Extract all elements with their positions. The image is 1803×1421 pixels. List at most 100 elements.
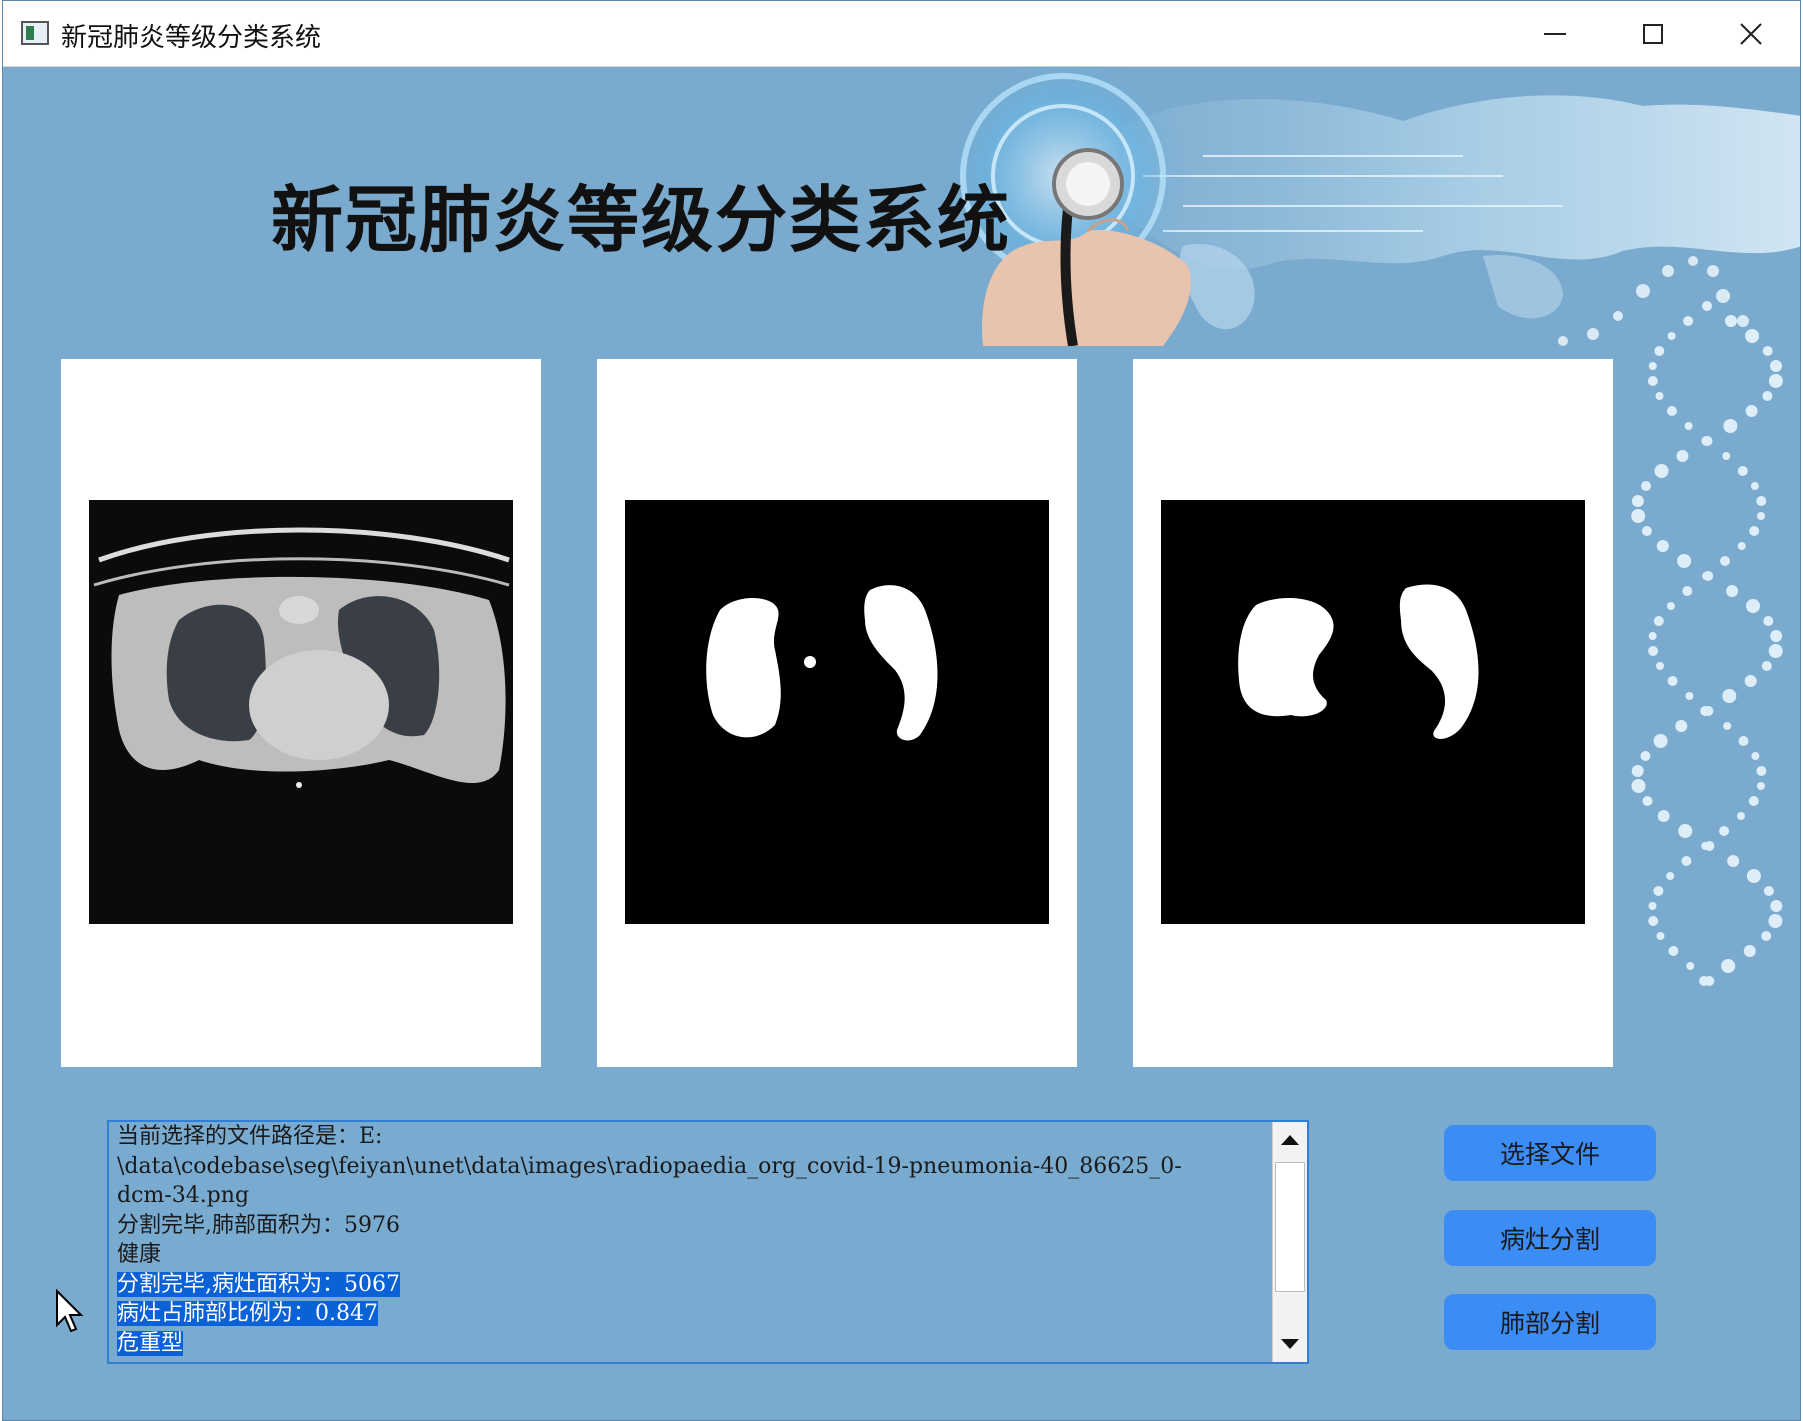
helix-dot (1762, 391, 1773, 401)
helix-dot (1648, 646, 1659, 656)
scroll-up-button[interactable] (1273, 1122, 1307, 1158)
helix-dot (1641, 526, 1652, 536)
lung-segment-button[interactable]: 肺部分割 (1444, 1294, 1656, 1350)
helix-dot (1737, 542, 1746, 550)
log-line-text: 分割完毕,肺部面积为：5976 (117, 1212, 400, 1238)
app-icon (21, 21, 49, 45)
lesion-segment-button[interactable]: 病灶分割 (1444, 1210, 1656, 1266)
helix-dot (1678, 824, 1693, 838)
log-line: dcm-34.png (117, 1181, 1271, 1211)
helix-dot (1723, 419, 1738, 433)
page-title: 新冠肺炎等级分类系统 (271, 178, 1012, 262)
helix-dot (1683, 316, 1694, 326)
helix-dot (1631, 779, 1646, 793)
minimize-icon (1544, 32, 1566, 35)
helix-dot (1656, 662, 1664, 670)
close-button[interactable] (1702, 1, 1800, 66)
log-line: 病灶占肺部比例为：0.847 (117, 1299, 1271, 1329)
maximize-button[interactable] (1604, 1, 1702, 66)
helix-dot (1681, 856, 1692, 866)
log-output-textarea[interactable]: 当前选择的文件路径是：E: \data\codebase\seg\feiyan\u… (107, 1120, 1309, 1364)
helix-dot (1655, 392, 1664, 400)
log-line-text: 分割完毕,病灶面积为：5067 (117, 1271, 400, 1297)
helix-dot (1770, 360, 1782, 372)
helix-dot (1721, 959, 1736, 973)
banner: 新冠肺炎等级分类系统 (3, 66, 1800, 346)
log-line: 危重型 (117, 1329, 1271, 1359)
ct-scan-drawing (89, 500, 513, 924)
log-line-text: 危重型 (117, 1330, 184, 1356)
helix-dot (1723, 722, 1732, 730)
scroll-up-icon (1281, 1135, 1299, 1145)
helix-dot (1737, 466, 1748, 476)
helix-dot (1667, 676, 1678, 686)
helix-dot (1668, 946, 1679, 956)
helix-dot (1684, 422, 1693, 430)
mouse-cursor-icon (56, 1289, 84, 1333)
helix-dot (1631, 765, 1644, 777)
image-panel-original (61, 359, 541, 1067)
helix-dot (1757, 512, 1765, 520)
lesion-mask-image (625, 500, 1049, 924)
maximize-icon (1643, 23, 1663, 44)
helix-dot (1666, 872, 1675, 880)
helix-dot (1701, 842, 1710, 850)
helix-dot (1727, 855, 1740, 867)
helix-dot (1749, 526, 1760, 536)
image-panel-lesion (597, 359, 1077, 1067)
log-line: 分割完毕,病灶面积为：5067 (117, 1270, 1271, 1300)
helix-dot (1631, 509, 1646, 523)
helix-dot (1770, 630, 1783, 642)
lung-mask-image (1161, 500, 1585, 924)
helix-dot (1641, 481, 1651, 491)
helix-dot (1746, 599, 1760, 613)
scroll-down-button[interactable] (1273, 1326, 1307, 1362)
helix-dot (1703, 706, 1714, 716)
helix-dot (1704, 976, 1715, 986)
helix-dot (1737, 812, 1745, 820)
helix-dot (1756, 496, 1767, 506)
helix-dot (1770, 900, 1783, 912)
helix-dot (1756, 782, 1765, 790)
helix-dot (1648, 632, 1657, 640)
helix-dot (1647, 376, 1658, 386)
log-lines: 当前选择的文件路径是：E: \data\codebase\seg\feiyan\u… (117, 1122, 1271, 1358)
window-title: 新冠肺炎等级分类系统 (61, 23, 322, 53)
helix-dot (1666, 406, 1677, 416)
log-scrollbar[interactable] (1272, 1122, 1307, 1362)
helix-dot (1676, 450, 1689, 462)
helix-dot (1725, 315, 1737, 327)
log-line: \data\codebase\seg\feiyan\unet\data\imag… (117, 1152, 1271, 1182)
log-line-text: 当前选择的文件路径是：E: (117, 1124, 383, 1149)
helix-dot (1719, 826, 1730, 836)
helix-dot (1648, 362, 1657, 370)
helix-dot (1656, 540, 1669, 552)
helix-dot (1675, 720, 1688, 732)
helix-dot (1761, 661, 1772, 671)
minimize-button[interactable] (1506, 1, 1604, 66)
helix-dot (1648, 902, 1657, 910)
scroll-thumb[interactable] (1275, 1162, 1305, 1292)
helix-dot (1748, 796, 1759, 806)
helix-dot (1653, 616, 1664, 626)
log-line: 分割完毕,肺部面积为：5976 (117, 1211, 1271, 1241)
helix-dot (1702, 572, 1711, 580)
helix-dot (1756, 766, 1767, 776)
helix-dot (1640, 751, 1651, 761)
helix-dot (1685, 692, 1694, 700)
helix-dot (1653, 734, 1668, 748)
log-line: 当前选择的文件路径是：E: (117, 1122, 1271, 1152)
helix-dot (1642, 796, 1653, 806)
log-line-text: 健康 (117, 1242, 162, 1267)
helix-dot (1666, 602, 1675, 610)
helix-dot (1667, 332, 1676, 340)
helix-dot (1722, 689, 1737, 703)
helix-dot (1677, 554, 1692, 568)
helix-dot (1763, 886, 1774, 896)
helix-dot (1653, 886, 1664, 896)
helix-decoration (1631, 301, 1783, 986)
helix-dot (1702, 436, 1713, 446)
select-file-button[interactable]: 选择文件 (1444, 1125, 1656, 1181)
helix-dot (1648, 916, 1659, 926)
helix-dot (1768, 644, 1783, 658)
